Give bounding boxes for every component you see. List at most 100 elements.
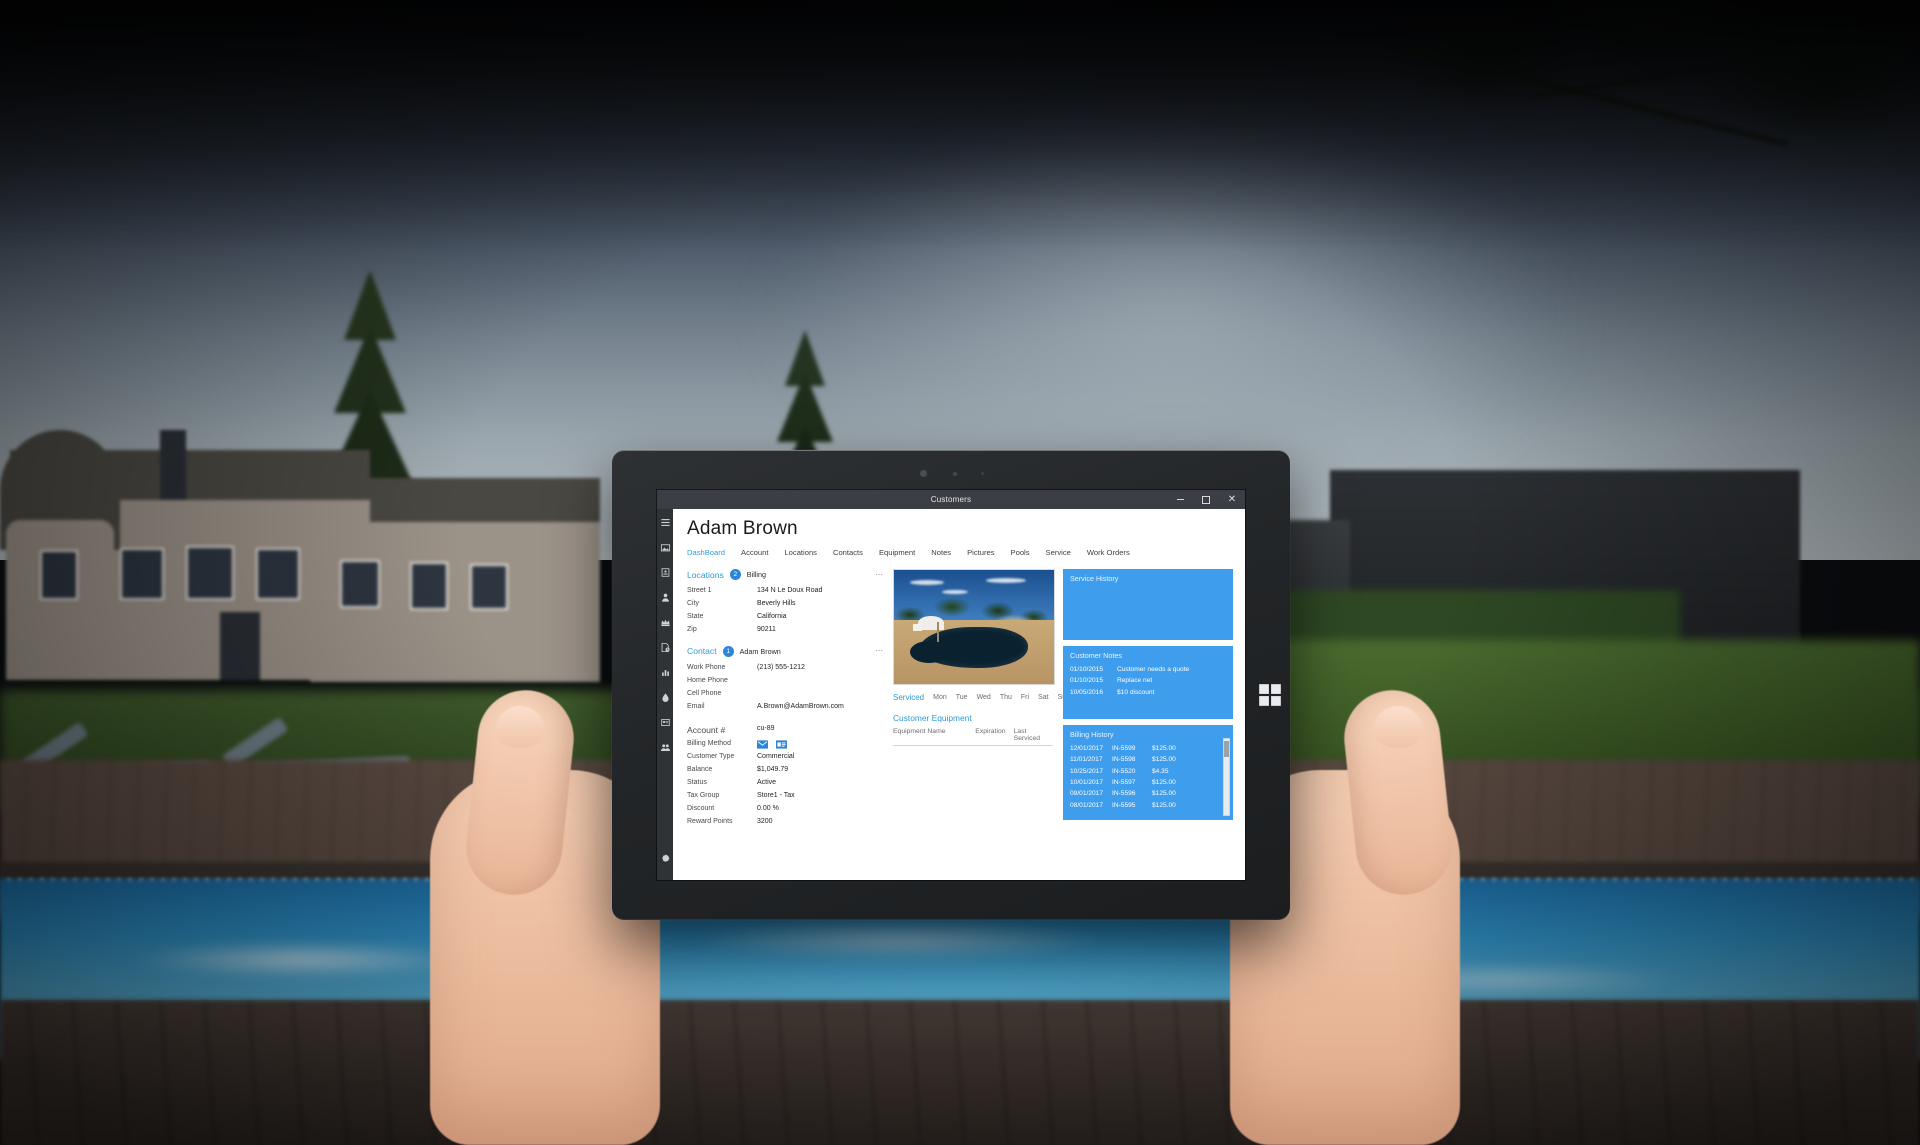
serviced-day-fri[interactable]: Fri [1021, 694, 1029, 701]
billing-invoice: IN-5598 [1112, 756, 1136, 764]
front-camera-cluster [918, 468, 984, 479]
serviced-day-sat[interactable]: Sat [1038, 694, 1049, 701]
tab-work-orders[interactable]: Work Orders [1087, 548, 1130, 557]
document-clock-icon[interactable] [659, 641, 672, 654]
billing-history-title: Billing History [1070, 730, 1114, 739]
billing-amount: $125.00 [1152, 745, 1176, 752]
field-value: Store1 - Tax [757, 792, 795, 800]
field-value: 90211 [757, 625, 776, 633]
tablet-device: Customers ✕ Adam Brown DashBoard Account… [612, 450, 1290, 920]
billing-invoice: IN-5595 [1112, 801, 1136, 809]
field-key: Tax Group [687, 792, 720, 800]
gear-icon[interactable] [659, 853, 672, 866]
serviced-day-tue[interactable]: Tue [956, 694, 968, 701]
id-card-icon[interactable] [659, 566, 672, 579]
field-key: Work Phone [687, 663, 726, 671]
note-row: 10/05/2016 $10 discount [1070, 687, 1227, 698]
billing-invoice: IN-5596 [1112, 790, 1136, 798]
photo-column: Serviced Mon Tue Wed Thu Fri Sat Sun Cus… [893, 569, 1070, 829]
tab-service[interactable]: Service [1046, 548, 1071, 557]
note-date: 10/05/2016 [1070, 688, 1104, 696]
photo-umbrella-pole [937, 622, 939, 643]
field-key: Customer Type [687, 753, 735, 761]
field-row: Email A.Brown@AdamBrown.com [687, 701, 883, 714]
field-row: Reward Points 3200 [687, 816, 883, 829]
serviced-label: Serviced [893, 693, 925, 702]
billing-date: 12/01/2017 [1070, 745, 1104, 752]
locations-more-icon[interactable]: ⋯ [875, 570, 883, 578]
picture-icon[interactable] [659, 541, 672, 554]
billing-invoice: IN-5599 [1112, 745, 1136, 752]
customer-notes-tile[interactable]: Customer Notes 01/10/2015 Customer needs … [1063, 646, 1233, 719]
service-history-title: Service History [1070, 574, 1119, 583]
field-row: Discount 0.00 % [687, 803, 883, 816]
field-row: Work Phone (213) 555-1212 [687, 662, 883, 675]
billing-history-scrollbar[interactable] [1223, 738, 1230, 816]
photo-cloud [942, 590, 968, 594]
serviced-day-mon[interactable]: Mon [933, 694, 947, 701]
contact-count-badge: 1 [722, 645, 734, 657]
customer-notes-title: Customer Notes [1070, 651, 1122, 660]
serviced-day-thu[interactable]: Thu [1000, 694, 1012, 701]
customer-equipment-header: Equipment Name Expiration Last Serviced [893, 728, 1053, 746]
note-text: Replace net [1117, 677, 1153, 685]
photo-chair [913, 623, 923, 631]
tab-notes[interactable]: Notes [931, 548, 951, 557]
billing-method-icons [757, 738, 787, 751]
left-thumbnail [495, 706, 545, 748]
page-title: Adam Brown [687, 518, 798, 539]
settings-crown-icon[interactable] [659, 616, 672, 629]
tiles-column: Service History Customer Notes 01/10/201… [1063, 569, 1233, 829]
column-last-serviced: Last Serviced [1013, 728, 1041, 742]
pool-photo[interactable] [893, 569, 1055, 685]
billing-row: 10/01/2017 IN-5597 $125.00 [1070, 777, 1221, 788]
billing-row: 12/01/2017 IN-5599 $125.00 [1070, 743, 1221, 754]
column-equipment-name: Equipment Name [893, 728, 946, 735]
field-value: $1,049.79 [757, 766, 789, 774]
note-text: $10 discount [1117, 688, 1155, 696]
dashboard-columns: Locations 2 Billing ⋯ Street 1 134 N Le D… [687, 569, 1233, 829]
invoice-icon[interactable] [659, 716, 672, 729]
note-date: 01/10/2015 [1070, 677, 1104, 685]
invoice-card-icon[interactable] [776, 740, 787, 749]
billing-row: 11/01/2017 IN-5598 $125.00 [1070, 754, 1221, 765]
contact-section-header: Contact 1 Adam Brown ⋯ [687, 645, 883, 657]
service-history-tile[interactable]: Service History [1063, 569, 1233, 640]
billing-method-row: Billing Method [687, 738, 883, 751]
tab-dashboard[interactable]: DashBoard [687, 548, 725, 557]
tab-equipment[interactable]: Equipment [879, 548, 915, 557]
field-key: Zip [687, 625, 697, 633]
field-key: Status [687, 779, 707, 787]
note-date: 01/10/2015 [1070, 666, 1104, 673]
windows-logo-icon[interactable] [1257, 682, 1283, 708]
envelope-icon[interactable] [757, 740, 768, 749]
people-icon[interactable] [659, 741, 672, 754]
photo-cloud [986, 578, 1026, 583]
person-icon[interactable] [659, 591, 672, 604]
menu-icon[interactable] [659, 516, 672, 529]
serviced-day-wed[interactable]: Wed [977, 694, 991, 701]
tab-pools[interactable]: Pools [1011, 548, 1030, 557]
billing-amount: $125.00 [1152, 801, 1176, 809]
details-column: Locations 2 Billing ⋯ Street 1 134 N Le D… [687, 569, 883, 829]
field-value: A.Brown@AdamBrown.com [757, 702, 844, 710]
account-number: cu-89 [757, 724, 775, 732]
scrollbar-thumb[interactable] [1224, 741, 1229, 757]
bar-chart-icon[interactable] [659, 666, 672, 679]
contact-subtitle: Adam Brown [739, 646, 781, 656]
tab-bar: DashBoard Account Locations Contacts Equ… [687, 548, 1233, 557]
locations-count-badge: 2 [729, 569, 741, 580]
tab-account[interactable]: Account [741, 548, 768, 557]
water-drop-icon[interactable] [659, 691, 672, 704]
tab-locations[interactable]: Locations [784, 548, 817, 557]
column-expiration: Expiration [975, 728, 1006, 735]
field-value: 3200 [757, 818, 773, 826]
field-value: Commercial [757, 753, 795, 761]
field-row: Zip 90211 [687, 624, 883, 637]
billing-amount: $125.00 [1152, 756, 1176, 764]
tab-contacts[interactable]: Contacts [833, 548, 863, 557]
billing-amount: $125.00 [1152, 790, 1176, 798]
contact-more-icon[interactable]: ⋯ [875, 647, 883, 655]
tab-pictures[interactable]: Pictures [967, 548, 994, 557]
billing-history-tile[interactable]: Billing History 12/01/2017 IN-5599 $125.00… [1063, 725, 1233, 820]
